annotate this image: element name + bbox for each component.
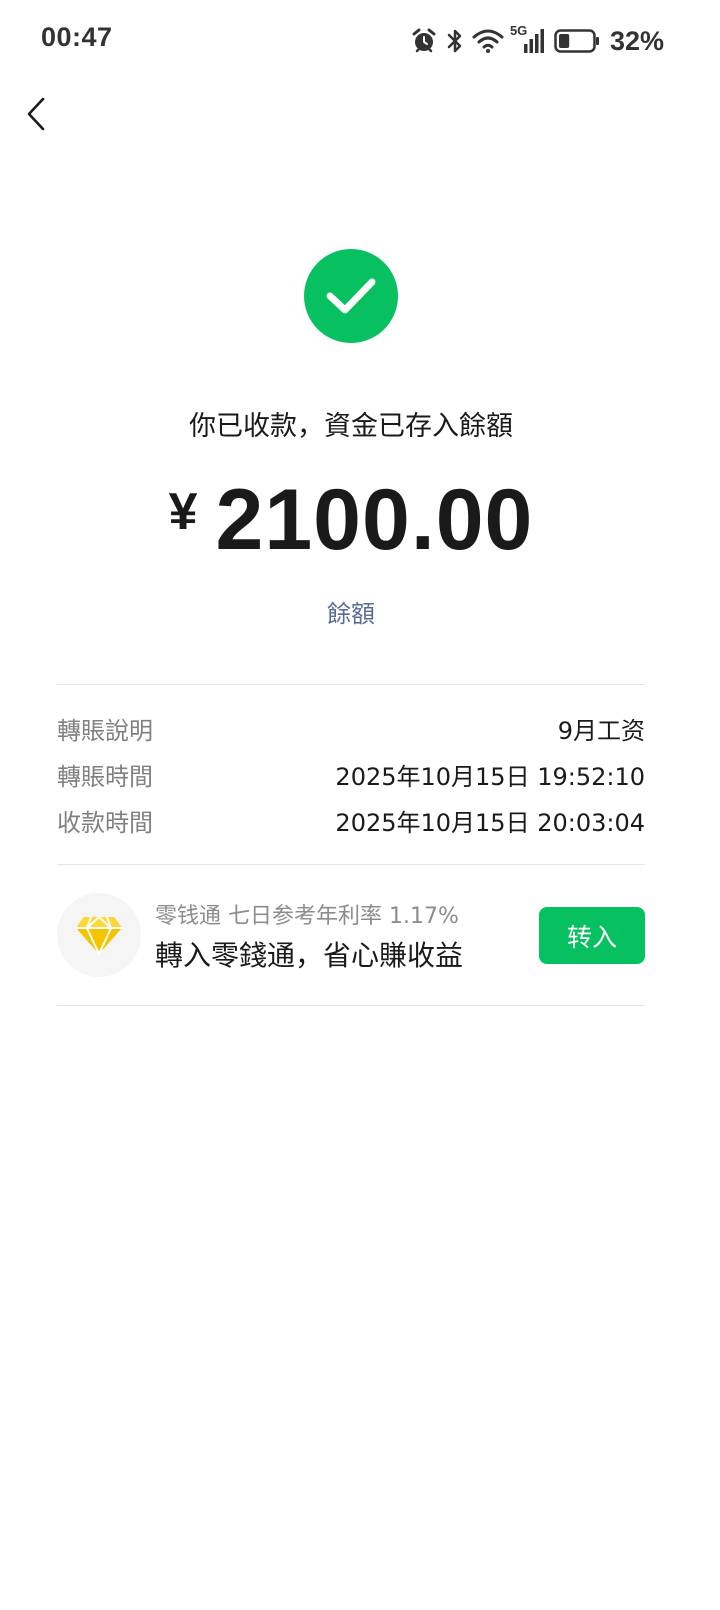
signal-5g-icon: 5G: [510, 23, 546, 55]
battery-percent: 32%: [609, 25, 664, 56]
check-circle-icon: [304, 249, 398, 343]
chevron-left-icon: [27, 97, 45, 131]
diamond-icon: [76, 916, 122, 955]
detail-row-receive-time: 收款時間 2025年10月15日 20:03:04: [57, 800, 645, 840]
detail-row-note: 轉賬說明 9月工资: [57, 708, 645, 748]
battery-icon: [554, 28, 600, 54]
network-type-label: 5G: [509, 23, 528, 38]
amount: 2100.00: [215, 472, 534, 568]
promo-icon-badge: [57, 893, 141, 977]
bluetooth-icon: [446, 27, 464, 55]
detail-label: 收款時間: [57, 808, 153, 837]
currency-symbol: ¥: [168, 483, 198, 541]
status-bar: 00:47 5G 32%: [0, 0, 720, 84]
promo-title: 轉入零錢通，省心賺收益: [155, 939, 464, 972]
payment-received-screen: 00:47 5G 32% 你已收款，資金已存入餘額 ¥ 2100.00 餘額 轉…: [0, 0, 720, 1610]
detail-row-transfer-time: 轉賬時間 2025年10月15日 19:52:10: [57, 754, 645, 794]
divider: [57, 1005, 645, 1006]
detail-value: 2025年10月15日 19:52:10: [335, 762, 645, 791]
wifi-icon: [472, 28, 504, 54]
detail-label: 轉賬時間: [57, 762, 153, 791]
detail-label: 轉賬說明: [57, 716, 153, 745]
status-time: 00:47: [41, 22, 113, 52]
divider: [57, 684, 645, 685]
balance-link[interactable]: 餘額: [0, 594, 702, 629]
detail-value: 2025年10月15日 20:03:04: [335, 808, 645, 837]
back-button[interactable]: [14, 90, 58, 138]
status-icons: 5G 32%: [410, 23, 664, 58]
promo-subtitle: 零钱通 七日参考年利率 1.17%: [155, 904, 459, 929]
detail-value: 9月工资: [557, 716, 645, 745]
received-message: 你已收款，資金已存入餘額: [189, 411, 513, 442]
alarm-icon: [410, 27, 438, 55]
divider: [57, 864, 645, 865]
amount-row: ¥ 2100.00: [0, 470, 702, 570]
transfer-in-button[interactable]: 转入: [539, 907, 645, 964]
